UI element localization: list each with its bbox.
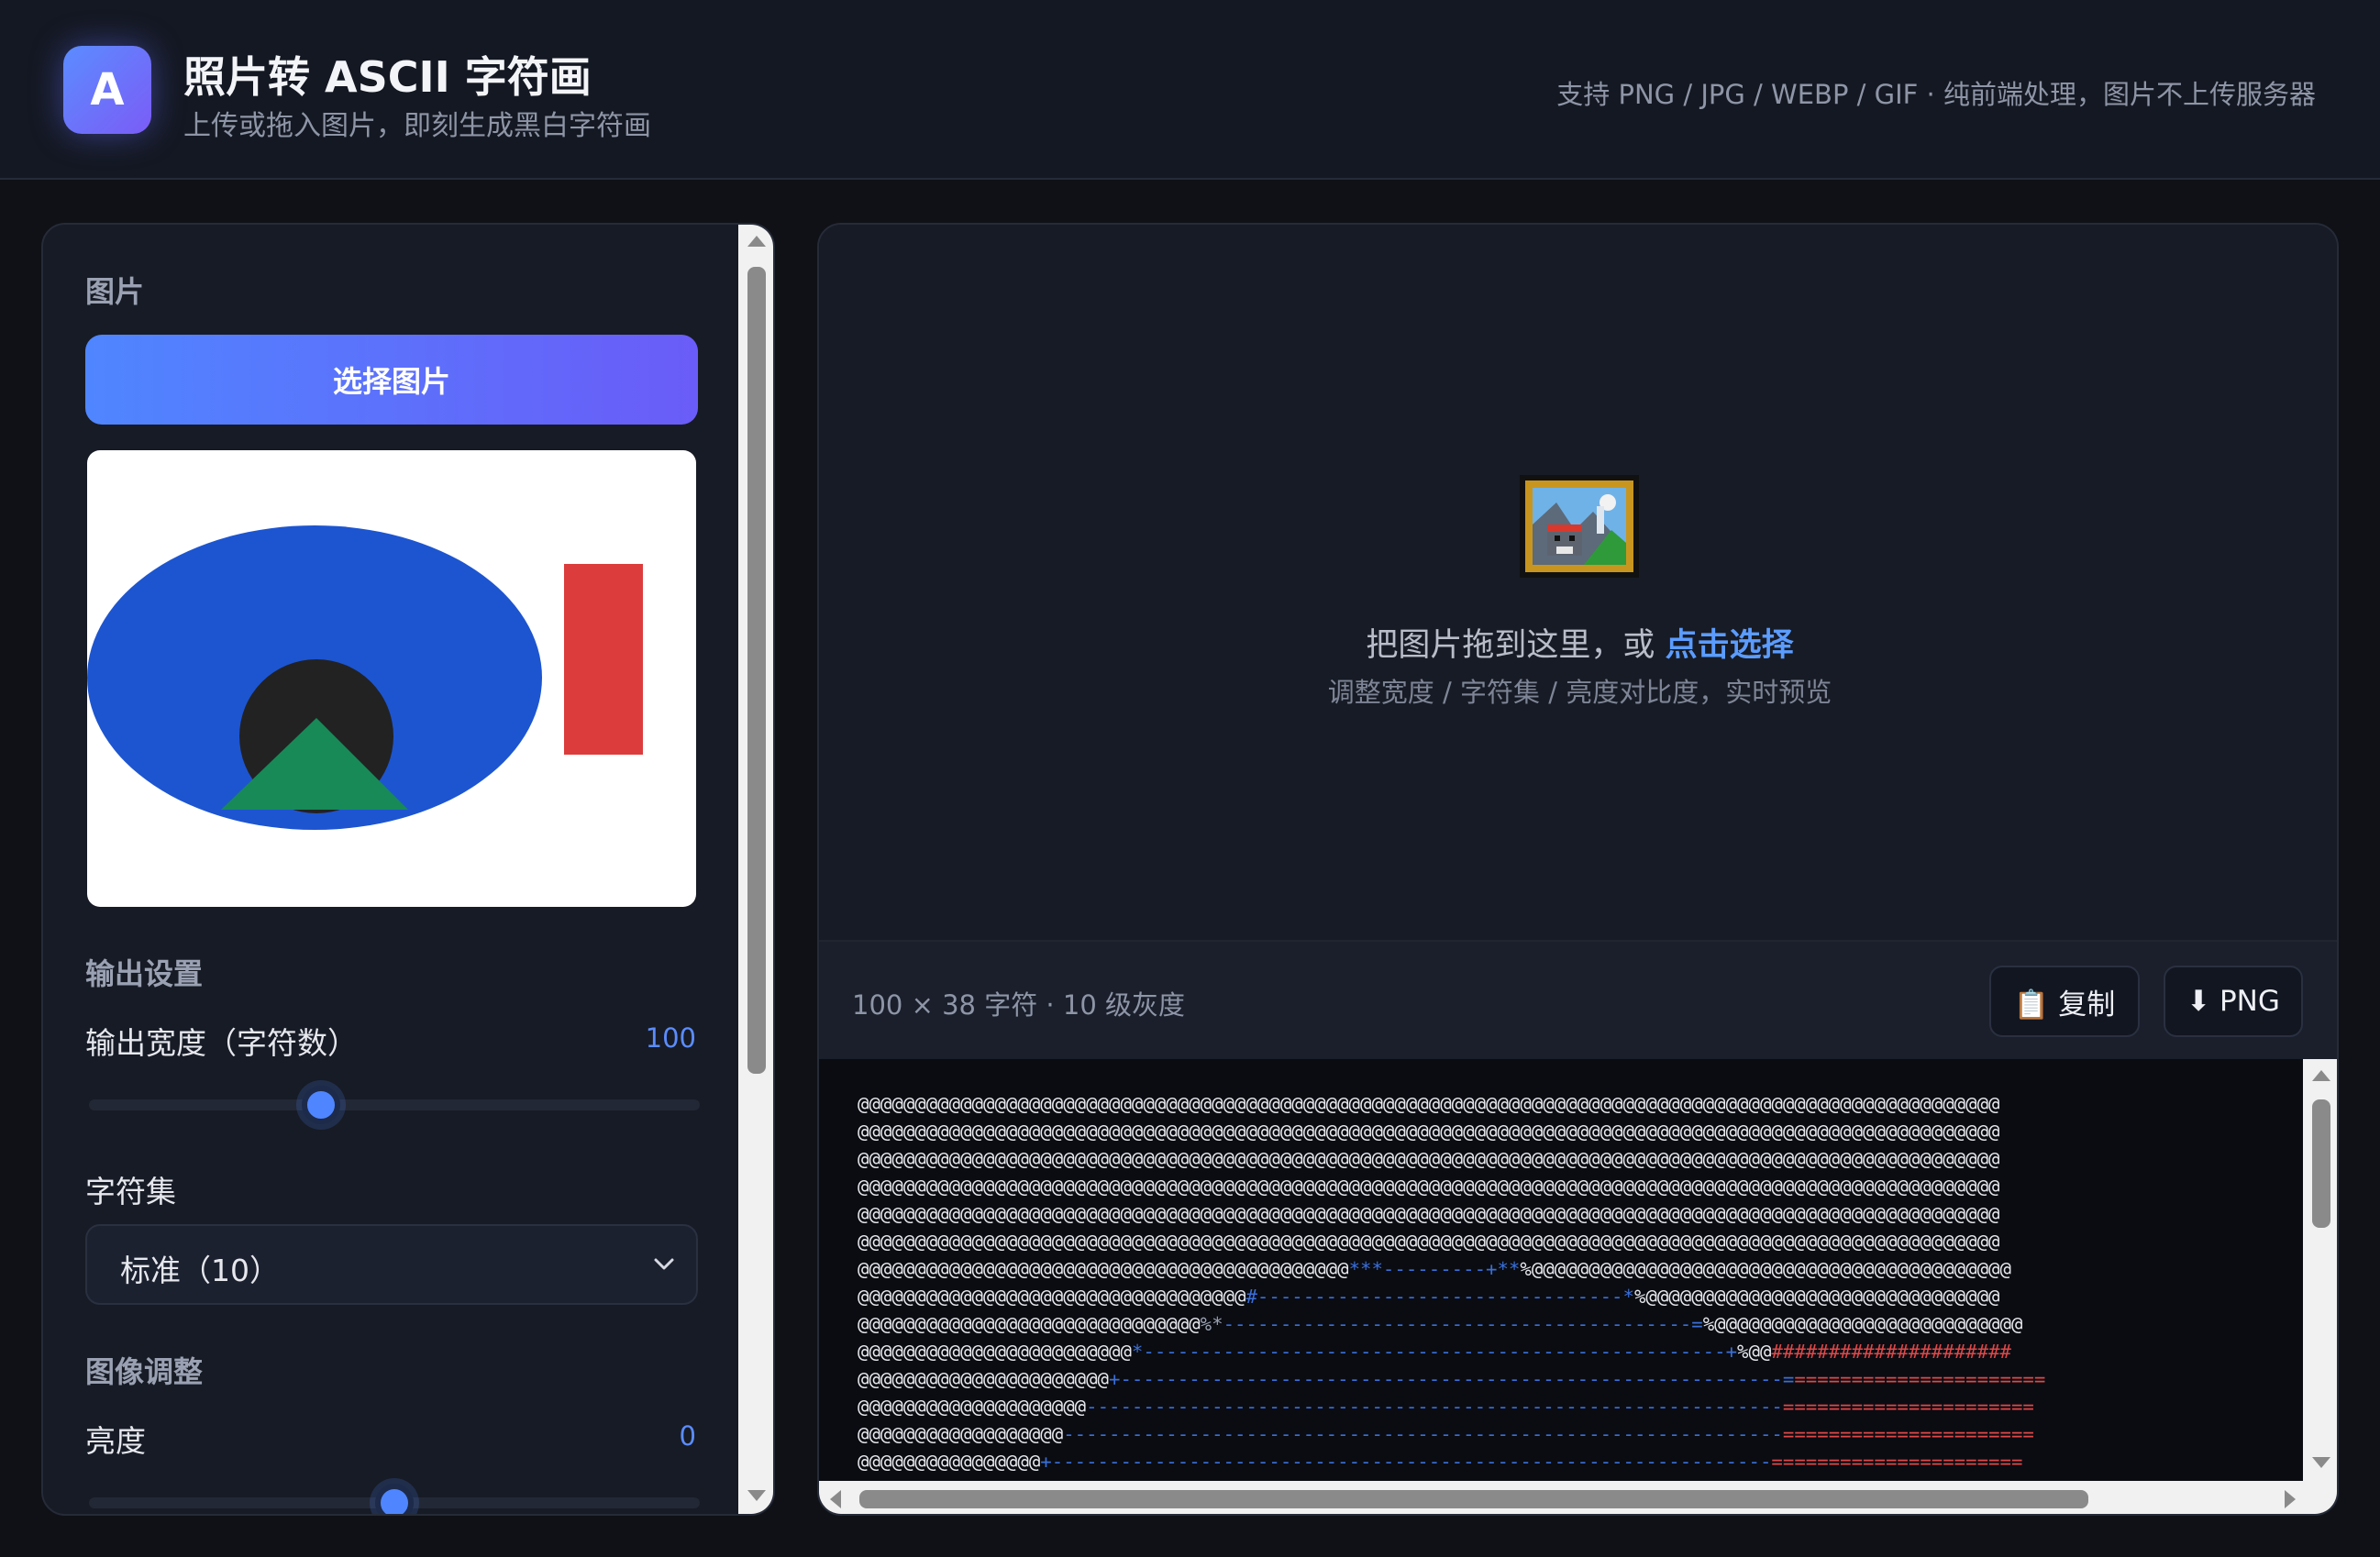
app-subtitle: 上传或拖入图片，即刻生成黑白字符画 [183, 110, 651, 142]
ascii-segment: ----------------------------------------… [1086, 1396, 1783, 1418]
ascii-segment: @@@@@@@@@@@@@@@@@@@@@@@@@@@@@@@@@@@@@@@@… [858, 1176, 2000, 1198]
ascii-scroll-up-arrow[interactable] [2310, 1068, 2332, 1083]
ascii-segment: ----------------------------------------… [1063, 1423, 1783, 1445]
ascii-line: @@@@@@@@@@@@@@@@@@@@@@@@@@@@@@@@@@@@@@@@… [858, 1255, 2299, 1283]
adjust-section-title: 图像调整 [85, 1354, 204, 1389]
ascii-segment: ##################### [1771, 1341, 2011, 1363]
ascii-segment: @@@@@@@@@@@@@@@@@@ [858, 1423, 1064, 1445]
width-value: 100 [645, 1022, 696, 1054]
drop-hint: 调整宽度 / 字符集 / 亮度对比度，实时预览 [1327, 677, 1832, 708]
ascii-line: @@@@@@@@@@@@@@@@@@@@@@@@@@@@@@@@@@@@@@@@… [858, 1173, 2299, 1200]
ascii-line: @@@@@@@@@@@@@@@@@@@@@@@@@@@@@@@@@@@@@@@@… [858, 1145, 2299, 1173]
ascii-line: @@@@@@@@@@@@@@@@@@@@@@@@@@@@@@%*--------… [858, 1310, 2299, 1338]
app-logo: A [63, 46, 151, 134]
ascii-segment: @@@@@@@@@@@@@@@@@@@@@@@@@@@@@@@@@@@@@@@@… [858, 1121, 2000, 1143]
output-info: 100 × 38 字符 · 10 级灰度 [852, 989, 1185, 1021]
drop-zone[interactable]: 把图片拖到这里，或 点击选择 调整宽度 / 字符集 / 亮度对比度，实时预览 [819, 225, 2337, 940]
image-preview [87, 450, 696, 907]
download-png-button[interactable]: ⬇ PNG [2164, 966, 2303, 1037]
output-section-title: 输出设置 [85, 956, 204, 991]
ascii-segment: %* [1200, 1313, 1223, 1335]
settings-panel: 图片 选择图片 输出设置 输出宽度（字符数） 100 字符集 标准（10） 图像… [41, 223, 775, 1516]
ascii-horizontal-scrollbar[interactable] [819, 1481, 2337, 1514]
charset-label: 字符集 [85, 1174, 176, 1209]
chevron-down-icon [654, 1258, 674, 1270]
ascii-segment: @@@@@@@@@@@@@@@@@@@@@@ [858, 1368, 1110, 1390]
charset-select[interactable]: 标准（10） [85, 1224, 698, 1305]
ascii-line: @@@@@@@@@@@@@@@@@@@@@@@@@@@@@@@@@@@@@@@@… [858, 1200, 2299, 1228]
scroll-up-arrow[interactable] [746, 234, 768, 248]
ascii-segment: ====================== [1782, 1396, 2034, 1418]
ascii-segment: *---------------------------------------… [1131, 1341, 1738, 1363]
choose-image-button[interactable]: 选择图片 [85, 335, 698, 425]
brightness-slider[interactable] [89, 1484, 700, 1514]
ascii-segment: %@@@@@@@@@@@@@@@@@@@@@@@@@@@@@@@@@@@@@@@… [1520, 1258, 2011, 1280]
ascii-segment: %@@@@@@@@@@@@@@@@@@@@@@@@@@@@@@@ [1633, 1286, 2000, 1308]
ascii-vertical-scrollbar[interactable] [2303, 1059, 2337, 1481]
charset-selected-value: 标准（10） [120, 1253, 280, 1288]
ascii-scroll-right-arrow[interactable] [2283, 1488, 2297, 1510]
output-toolbar: 100 × 38 字符 · 10 级灰度 📋 复制 ⬇ PNG [819, 940, 2337, 1059]
ascii-segment: ====================== [1782, 1423, 2034, 1445]
ascii-segment: ====================== [1771, 1451, 2023, 1473]
ascii-segment: +---------------------------------------… [1040, 1451, 1772, 1473]
framed-picture-icon [1520, 475, 1639, 578]
ascii-segment: @@@@@@@@@@@@@@@@@@@@@@@@@@@@@@@@@@@@@@@@… [858, 1148, 2000, 1170]
ascii-line: @@@@@@@@@@@@@@@@@@@@@@@@@@@@@@@@@@@@@@@@… [858, 1090, 2299, 1118]
ascii-segment: ====================== [1794, 1368, 2046, 1390]
ascii-segment: @@@@@@@@@@@@@@@@@@@@@@@@@@@@@@@@@@@@@@@@… [858, 1093, 2000, 1115]
ascii-segment: @@@@@@@@@@@@@@@@@@@@ [858, 1396, 1087, 1418]
copy-button[interactable]: 📋 复制 [1989, 966, 2140, 1037]
ascii-segment: @@@@@@@@@@@@@@@@@@@@@@@@@@@@@@@@@@@@@@@@… [858, 1231, 2000, 1253]
image-section-title: 图片 [85, 274, 145, 309]
drop-instruction-text: 把图片拖到这里，或 [1366, 627, 1666, 664]
ascii-segment: ***---------+** [1348, 1258, 1521, 1280]
app-header: A 照片转 ASCII 字符画 上传或拖入图片，即刻生成黑白字符画 支持 PNG… [0, 0, 2380, 180]
ascii-line: @@@@@@@@@@@@@@@@+-----------------------… [858, 1448, 2299, 1475]
ascii-scroll-down-arrow[interactable] [2310, 1455, 2332, 1470]
ascii-segment: +---------------------------------------… [1109, 1368, 1795, 1390]
ascii-line: @@@@@@@@@@@@@@@@@@@@@@@@*---------------… [858, 1338, 2299, 1365]
width-slider[interactable] [89, 1086, 700, 1124]
settings-scrollbar-thumb[interactable] [747, 267, 766, 1074]
ascii-segment: @@@@@@@@@@@@@@@@@@@@@@@@ [858, 1341, 1132, 1363]
brightness-value: 0 [679, 1420, 696, 1452]
ascii-line: @@@@@@@@@@@@@@@@@@@@--------------------… [858, 1393, 2299, 1420]
scroll-down-arrow[interactable] [746, 1488, 768, 1503]
ascii-horizontal-scrollbar-thumb[interactable] [859, 1490, 2088, 1508]
ascii-segment: @@@@@@@@@@@@@@@@ [858, 1451, 1041, 1473]
click-select-link[interactable]: 点击选择 [1666, 627, 1794, 664]
ascii-segment: @@@@@@@@@@@@@@@@@@@@@@@@@@@@@@ [858, 1313, 1201, 1335]
ascii-line: @@@@@@@@@@@@@@@@@@@@@@@@@@@@@@@@@@#-----… [858, 1283, 2299, 1310]
ascii-text: @@@@@@@@@@@@@@@@@@@@@@@@@@@@@@@@@@@@@@@@… [858, 1090, 2299, 1485]
width-label: 输出宽度（字符数） [85, 1025, 358, 1061]
ascii-vertical-scrollbar-thumb[interactable] [2312, 1099, 2330, 1228]
preview-image [87, 525, 643, 830]
ascii-line: @@@@@@@@@@@@@@@@@@@@@@@@@@@@@@@@@@@@@@@@… [858, 1118, 2299, 1145]
ascii-segment: ----------------------------------------… [1223, 1313, 1703, 1335]
ascii-segment: %@@@@@@@@@@@@@@@@@@@@@@@@@@@ [1702, 1313, 2023, 1335]
ascii-scroll-left-arrow[interactable] [828, 1488, 843, 1510]
ascii-segment: @@@@@@@@@@@@@@@@@@@@@@@@@@@@@@@@@@@@@@@@… [858, 1203, 2000, 1225]
ascii-line: @@@@@@@@@@@@@@@@@@----------------------… [858, 1420, 2299, 1448]
brightness-label: 亮度 [85, 1423, 146, 1459]
width-slider-thumb[interactable] [302, 1086, 341, 1124]
output-panel: 把图片拖到这里，或 点击选择 调整宽度 / 字符集 / 亮度对比度，实时预览 1… [817, 223, 2339, 1516]
brightness-slider-thumb[interactable] [375, 1484, 414, 1514]
ascii-segment: %@@ [1737, 1341, 1772, 1363]
ascii-segment: #--------------------------------* [1245, 1286, 1634, 1308]
header-note: 支持 PNG / JPG / WEBP / GIF · 纯前端处理，图片不上传服… [1556, 79, 2316, 110]
settings-scrollbar[interactable] [738, 225, 773, 1514]
ascii-output: @@@@@@@@@@@@@@@@@@@@@@@@@@@@@@@@@@@@@@@@… [819, 1059, 2337, 1514]
ascii-segment: @@@@@@@@@@@@@@@@@@@@@@@@@@@@@@@@@@@@@@@@… [858, 1258, 1349, 1280]
app-title: 照片转 ASCII 字符画 [183, 52, 592, 102]
ascii-line: @@@@@@@@@@@@@@@@@@@@@@@@@@@@@@@@@@@@@@@@… [858, 1228, 2299, 1255]
ascii-segment: @@@@@@@@@@@@@@@@@@@@@@@@@@@@@@@@@@ [858, 1286, 1246, 1308]
ascii-line: @@@@@@@@@@@@@@@@@@@@@@+-----------------… [858, 1365, 2299, 1393]
drop-instruction: 把图片拖到这里，或 点击选择 [819, 619, 2337, 666]
